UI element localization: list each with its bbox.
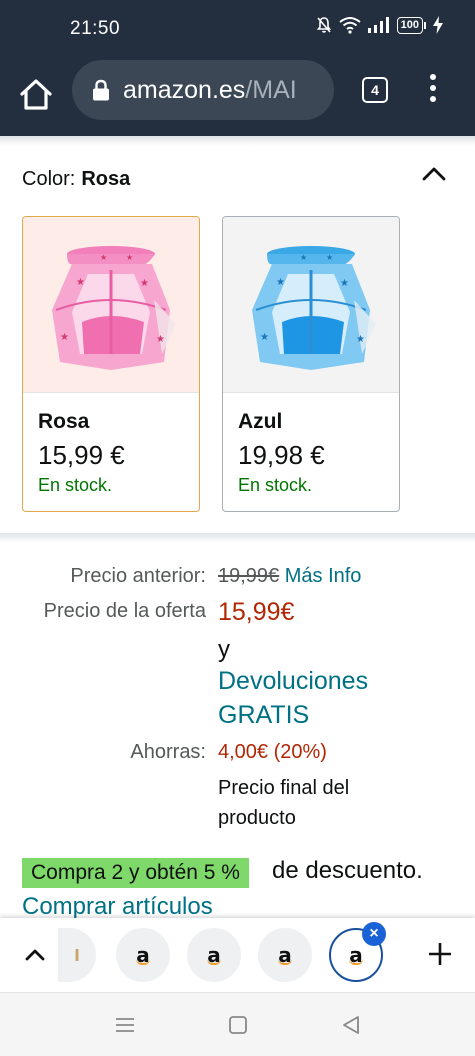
color-selector-header: Color: Rosa bbox=[22, 168, 130, 191]
previous-price-value: 19,99€ bbox=[218, 565, 280, 587]
tab-thumbnail[interactable]: a bbox=[187, 928, 241, 982]
color-option-name: Rosa bbox=[38, 410, 90, 433]
overflow-menu-icon[interactable] bbox=[424, 74, 442, 106]
color-option-rosa[interactable]: ★ ★ ★ ★ ★ ★ Rosa 15,99 € En stock. bbox=[22, 216, 200, 512]
svg-text:★: ★ bbox=[156, 334, 165, 345]
free-returns-link-line2[interactable]: GRATIS bbox=[218, 701, 309, 730]
previous-price-row: 19,99€ Más Info bbox=[218, 565, 361, 588]
final-price-note-line2: producto bbox=[218, 807, 296, 829]
final-price-note-line1: Precio final del bbox=[218, 777, 350, 799]
color-label: Color: bbox=[22, 168, 76, 190]
svg-text:★: ★ bbox=[260, 332, 269, 343]
savings-value: 4,00€ (20%) bbox=[218, 741, 327, 763]
free-returns-link-line1[interactable]: Devoluciones bbox=[218, 667, 368, 696]
svg-text:★: ★ bbox=[126, 253, 133, 262]
tab-strip: l a a a a × bbox=[0, 918, 475, 992]
pink-tent-image: ★ ★ ★ ★ ★ ★ bbox=[52, 245, 176, 370]
svg-text:★: ★ bbox=[276, 277, 285, 288]
tab-thumbnail-partial[interactable]: l bbox=[58, 928, 96, 982]
more-info-link[interactable]: Más Info bbox=[285, 565, 362, 587]
lock-icon bbox=[93, 79, 109, 101]
shop-items-link[interactable]: Comprar artículos bbox=[22, 893, 213, 921]
svg-text:★: ★ bbox=[76, 277, 85, 288]
promo-badge: Compra 2 y obtén 5 % bbox=[22, 858, 249, 888]
add-tab-icon[interactable] bbox=[425, 939, 455, 969]
svg-text:★: ★ bbox=[60, 332, 69, 343]
offer-price-value: 15,99€ bbox=[218, 598, 295, 626]
recent-apps-icon[interactable] bbox=[113, 1013, 137, 1037]
battery-level: 100 bbox=[396, 16, 423, 34]
svg-text:★: ★ bbox=[356, 334, 365, 345]
blue-tent-image: ★ ★ ★ ★ ★ ★ bbox=[252, 245, 376, 370]
color-option-azul[interactable]: ★ ★ ★ ★ ★ ★ Azul 19,98 € En stock. bbox=[222, 216, 400, 512]
browser-toolbar: amazon.es/MAI 4 bbox=[0, 58, 475, 136]
savings-label: Ahorras: bbox=[130, 741, 206, 763]
system-navigation-bar bbox=[0, 992, 475, 1056]
close-tab-icon[interactable]: × bbox=[362, 922, 386, 946]
status-time: 21:50 bbox=[70, 18, 121, 39]
home-nav-icon[interactable] bbox=[226, 1013, 250, 1037]
home-icon[interactable] bbox=[17, 76, 55, 114]
status-bar: 21:50 100 bbox=[0, 0, 475, 58]
url-host: amazon.es bbox=[123, 75, 246, 104]
status-icons: 100 bbox=[316, 16, 443, 34]
offer-price-label: Precio de la oferta bbox=[43, 600, 206, 622]
svg-text:★: ★ bbox=[140, 278, 149, 289]
svg-text:★: ★ bbox=[100, 253, 107, 262]
tab-thumbnail[interactable]: a bbox=[116, 928, 170, 982]
svg-text:★: ★ bbox=[340, 278, 349, 289]
previous-price-label: Precio anterior: bbox=[70, 565, 206, 587]
section-divider bbox=[0, 533, 475, 543]
url-path: /MAI bbox=[245, 75, 297, 104]
and-text: y bbox=[218, 636, 230, 663]
battery-icon: 100 bbox=[396, 16, 426, 34]
product-image-pink-tent: ★ ★ ★ ★ ★ ★ bbox=[23, 217, 199, 393]
tab-switcher-button[interactable]: 4 bbox=[362, 77, 388, 103]
color-option-name: Azul bbox=[238, 410, 283, 433]
chevron-up-icon[interactable] bbox=[22, 942, 48, 968]
charging-icon bbox=[433, 16, 443, 34]
promo-text: de descuento. bbox=[272, 857, 423, 884]
svg-text:★: ★ bbox=[300, 253, 307, 262]
color-option-price: 15,99 € bbox=[38, 440, 125, 470]
signal-icon bbox=[367, 17, 389, 33]
back-nav-icon[interactable] bbox=[339, 1013, 363, 1037]
svg-text:★: ★ bbox=[326, 253, 333, 262]
tab-thumbnail[interactable]: a bbox=[258, 928, 312, 982]
color-option-stock: En stock. bbox=[38, 475, 113, 495]
product-image-blue-tent: ★ ★ ★ ★ ★ ★ bbox=[223, 217, 399, 393]
url-bar[interactable]: amazon.es/MAI bbox=[72, 60, 334, 120]
color-option-price: 19,98 € bbox=[238, 440, 325, 470]
chevron-up-icon[interactable] bbox=[420, 160, 448, 188]
color-option-stock: En stock. bbox=[238, 475, 313, 495]
mute-bell-icon bbox=[316, 17, 331, 33]
wifi-icon bbox=[339, 17, 361, 34]
color-selected-value: Rosa bbox=[81, 168, 131, 190]
